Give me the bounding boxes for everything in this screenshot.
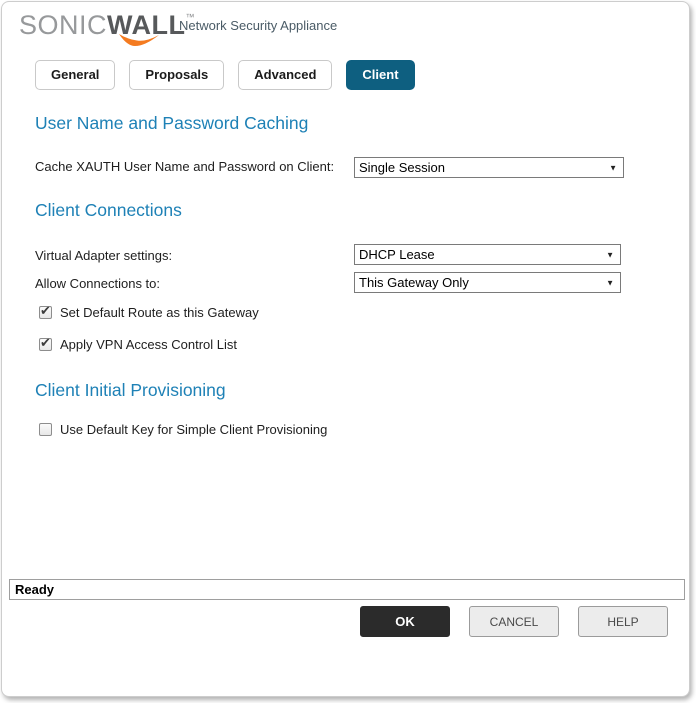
tab-proposals[interactable]: Proposals bbox=[129, 60, 224, 90]
section-heading-provisioning: Client Initial Provisioning bbox=[35, 380, 226, 401]
section-heading-caching: User Name and Password Caching bbox=[35, 113, 308, 134]
virtual-adapter-select[interactable]: DHCP Lease bbox=[354, 244, 621, 265]
allow-connections-select-wrap: This Gateway Only ▼ bbox=[354, 272, 621, 293]
set-default-route-checkbox[interactable] bbox=[39, 306, 52, 319]
sonicwall-logo: SONICWALL™ bbox=[19, 10, 195, 41]
use-default-key-label: Use Default Key for Simple Client Provis… bbox=[60, 422, 327, 437]
tab-client[interactable]: Client bbox=[346, 60, 414, 90]
appliance-subtitle: Network Security Appliance bbox=[179, 18, 337, 33]
apply-vpn-acl-row: Apply VPN Access Control List bbox=[39, 337, 237, 352]
set-default-route-row: Set Default Route as this Gateway bbox=[39, 305, 259, 320]
allow-connections-select[interactable]: This Gateway Only bbox=[354, 272, 621, 293]
virtual-adapter-select-wrap: DHCP Lease ▼ bbox=[354, 244, 621, 265]
cache-xauth-select-wrap: Single Session ▼ bbox=[354, 157, 624, 178]
settings-panel: SONICWALL™ Network Security Appliance Ge… bbox=[1, 1, 690, 697]
help-button[interactable]: HELP bbox=[578, 606, 668, 637]
logo-text-wall: WALL bbox=[107, 10, 185, 41]
cache-xauth-label: Cache XAUTH User Name and Password on Cl… bbox=[35, 159, 334, 174]
use-default-key-row: Use Default Key for Simple Client Provis… bbox=[39, 422, 327, 437]
section-heading-connections: Client Connections bbox=[35, 200, 182, 221]
tab-advanced[interactable]: Advanced bbox=[238, 60, 332, 90]
use-default-key-checkbox[interactable] bbox=[39, 423, 52, 436]
apply-vpn-acl-checkbox[interactable] bbox=[39, 338, 52, 351]
tab-general[interactable]: General bbox=[35, 60, 115, 90]
tab-bar: General Proposals Advanced Client bbox=[35, 60, 415, 90]
set-default-route-label: Set Default Route as this Gateway bbox=[60, 305, 259, 320]
ok-button[interactable]: OK bbox=[360, 606, 450, 637]
cache-xauth-select[interactable]: Single Session bbox=[354, 157, 624, 178]
status-bar: Ready bbox=[9, 579, 685, 600]
logo-text-sonic: SONIC bbox=[19, 10, 107, 40]
cancel-button[interactable]: CANCEL bbox=[469, 606, 559, 637]
apply-vpn-acl-label: Apply VPN Access Control List bbox=[60, 337, 237, 352]
virtual-adapter-label: Virtual Adapter settings: bbox=[35, 248, 172, 263]
allow-connections-label: Allow Connections to: bbox=[35, 276, 160, 291]
